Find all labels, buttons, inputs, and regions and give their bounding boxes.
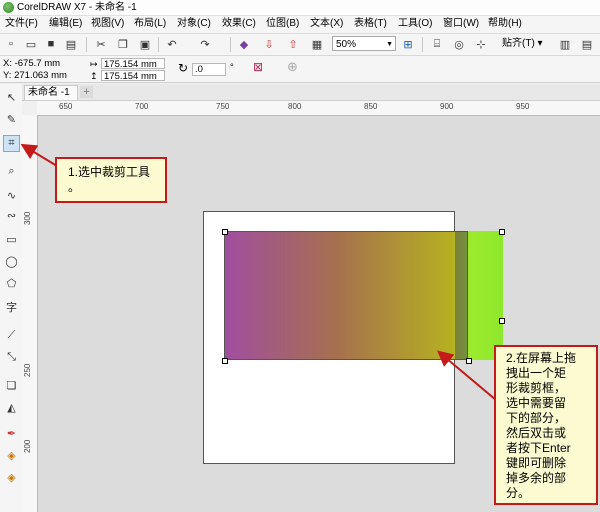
view-mode-icon[interactable]: ◎: [452, 37, 466, 51]
eyedropper-icon[interactable]: ✒: [4, 426, 19, 440]
width-field[interactable]: 175.154 mm: [101, 58, 165, 70]
pick-tool-icon[interactable]: ↖: [4, 90, 19, 104]
selection-handle[interactable]: [499, 318, 505, 324]
ruler-tick-label: 750: [216, 102, 230, 111]
save-icon[interactable]: ■: [44, 37, 58, 51]
grid-icon[interactable]: ⊹: [474, 37, 488, 51]
freehand-tool-icon[interactable]: ∿: [4, 188, 19, 202]
ruler-origin[interactable]: [22, 101, 38, 116]
connector-tool-icon[interactable]: ⤡: [4, 350, 19, 364]
menu-table[interactable]: 表格(T): [354, 17, 387, 31]
clear-crop-icon[interactable]: ⊠: [253, 61, 263, 73]
height-icon: ↥: [90, 71, 98, 81]
new-icon[interactable]: ▫: [4, 37, 18, 51]
app-launcher-icon[interactable]: ▤: [580, 37, 594, 51]
ruler-tick-label: 300: [23, 211, 32, 225]
redo-icon[interactable]: ↷: [198, 37, 212, 51]
menu-layout[interactable]: 布局(L): [134, 17, 166, 31]
ruler-tick-label: 900: [440, 102, 454, 111]
add-icon[interactable]: ⊕: [287, 60, 298, 73]
document-tab[interactable]: 未命名 -1: [24, 85, 78, 100]
ruler-tick-label: 650: [59, 102, 73, 111]
height-field[interactable]: 175.154 mm: [101, 70, 165, 82]
print-icon[interactable]: ▤: [64, 37, 78, 51]
menu-bar: 文件(F) 编辑(E) 视图(V) 布局(L) 对象(C) 效果(C) 位图(B…: [0, 16, 600, 34]
selection-handle[interactable]: [222, 358, 228, 364]
ruler-tick-label: 200: [23, 439, 32, 453]
dimension-tool-icon[interactable]: ⟋: [4, 328, 19, 342]
options-icon[interactable]: ▥: [558, 37, 572, 51]
ellipse-tool-icon[interactable]: ◯: [4, 254, 19, 268]
transparency-tool-icon[interactable]: ◭: [4, 400, 19, 414]
undo-icon[interactable]: ↶: [165, 37, 179, 51]
menu-view[interactable]: 视图(V): [91, 17, 124, 31]
property-bar: X: -675.7 mm Y: 271.063 mm ↦ ↥ 175.154 m…: [0, 56, 600, 83]
rectangle-tool-icon[interactable]: ▭: [4, 232, 19, 246]
drop-shadow-icon[interactable]: ❏: [4, 378, 19, 392]
rotation-angle-field[interactable]: .0: [192, 63, 226, 76]
ruler-tick-label: 850: [364, 102, 378, 111]
snap-to-button[interactable]: 贴齐(T) ▾: [502, 37, 543, 51]
horizontal-ruler[interactable]: 650 700 750 800 850 900 950: [37, 101, 600, 116]
zoom-fit-icon[interactable]: ⊞: [401, 37, 415, 51]
search-content-icon[interactable]: ◆: [237, 37, 251, 51]
title-bar: CorelDRAW X7 - 未命名 -1: [0, 0, 600, 16]
menu-edit[interactable]: 编辑(E): [49, 17, 82, 31]
crop-frame[interactable]: [224, 231, 468, 360]
artistic-media-icon[interactable]: ∾: [4, 208, 19, 222]
interactive-fill-icon[interactable]: ◈: [4, 448, 19, 462]
crop-tool-icon[interactable]: ⌗: [3, 135, 20, 152]
ruler-tick-label: 700: [135, 102, 149, 111]
ruler-tick-label: 950: [516, 102, 530, 111]
x-position-field[interactable]: X: -675.7 mm: [3, 58, 60, 70]
menu-text[interactable]: 文本(X): [310, 17, 343, 31]
ruler-tick-label: 250: [23, 363, 32, 377]
export-icon[interactable]: ⇧: [286, 37, 300, 51]
zoom-tool-icon[interactable]: ⌕: [4, 164, 19, 178]
standard-toolbar: ▫ ▭ ■ ▤ ✂ ❐ ▣ ↶ ↷ ◆ ⇩ ⇧ ▦ 50% ▼ ⊞ ⌸ ◎ ⊹ 贴…: [0, 34, 600, 56]
zoom-level-select[interactable]: 50% ▼: [332, 36, 396, 51]
full-screen-icon[interactable]: ⌸: [430, 37, 444, 51]
publish-pdf-icon[interactable]: ▦: [310, 37, 324, 51]
window-title: CorelDRAW X7 - 未命名 -1: [17, 2, 137, 13]
rotate-icon: ↻: [178, 61, 189, 75]
menu-window[interactable]: 窗口(W): [443, 17, 479, 31]
selection-handle[interactable]: [466, 358, 472, 364]
vertical-ruler[interactable]: 300 250 200: [22, 115, 38, 512]
y-position-field[interactable]: Y: 271.063 mm: [3, 70, 67, 82]
shape-tool-icon[interactable]: ✎: [4, 112, 19, 126]
menu-help[interactable]: 帮助(H): [488, 17, 522, 31]
paste-icon[interactable]: ▣: [138, 37, 152, 51]
selection-handle[interactable]: [499, 229, 505, 235]
width-icon: ↦: [90, 59, 98, 69]
menu-file[interactable]: 文件(F): [5, 17, 38, 31]
open-icon[interactable]: ▭: [24, 37, 38, 51]
coreldraw-logo-icon: [3, 2, 14, 13]
menu-tools[interactable]: 工具(O): [398, 17, 432, 31]
callout-step-2: 2.在屏幕上拖 拽出一个矩 形裁剪框， 选中需要留 下的部分， 然后双击或 者按…: [494, 345, 598, 505]
ruler-tick-label: 800: [288, 102, 302, 111]
menu-effects[interactable]: 效果(C): [222, 17, 256, 31]
menu-object[interactable]: 对象(C): [177, 17, 211, 31]
copy-icon[interactable]: ❐: [116, 37, 130, 51]
selection-handle[interactable]: [222, 229, 228, 235]
cut-icon[interactable]: ✂: [94, 37, 108, 51]
import-icon[interactable]: ⇩: [262, 37, 276, 51]
callout-step-1: 1.选中裁剪工具 。: [55, 157, 167, 203]
polygon-tool-icon[interactable]: ⬠: [4, 276, 19, 290]
text-tool-icon[interactable]: 字: [4, 300, 19, 314]
add-tab-button[interactable]: +: [80, 86, 93, 98]
degree-label: °: [230, 62, 234, 73]
smart-fill-icon[interactable]: ◈: [4, 470, 19, 484]
document-tab-bar: [22, 84, 600, 101]
menu-bitmaps[interactable]: 位图(B): [266, 17, 299, 31]
